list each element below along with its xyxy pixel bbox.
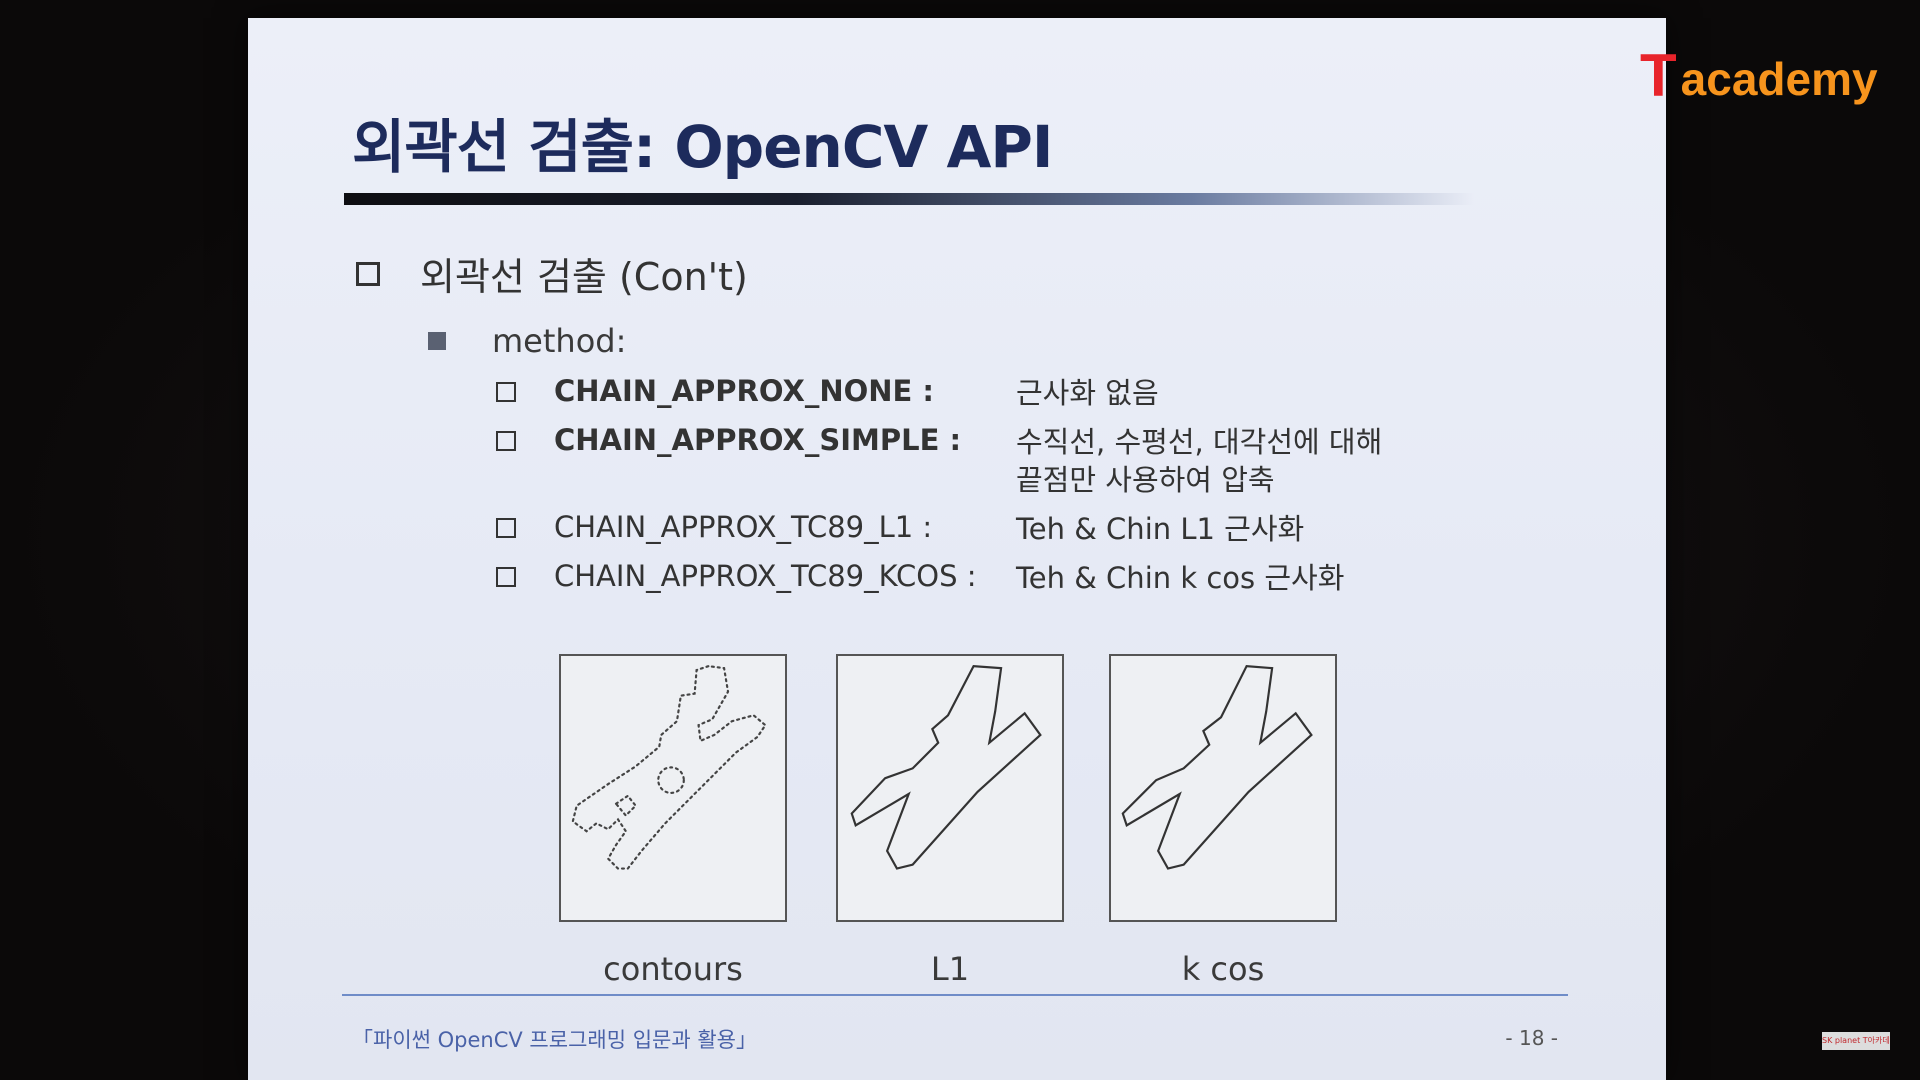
bullet-level2: method:	[428, 322, 626, 360]
list-item: CHAIN_APPROX_SIMPLE : 수직선, 수평선, 대각선에 대해 …	[496, 423, 1382, 499]
bullet-level2-text: method:	[492, 322, 627, 360]
method-description-line2: 끝점만 사용하여 압축	[1016, 463, 1275, 497]
list-item: CHAIN_APPROX_TC89_KCOS : Teh & Chin k co…	[496, 559, 1344, 597]
method-name: CHAIN_APPROX_TC89_L1 :	[554, 510, 933, 544]
hollow-square-icon	[496, 382, 516, 402]
method-description: 수직선, 수평선, 대각선에 대해 끝점만 사용하여 압축	[1016, 423, 1382, 499]
logo-text: academy	[1680, 53, 1878, 105]
list-item: CHAIN_APPROX_NONE : 근사화 없음	[496, 374, 1159, 412]
figure-label: L1	[930, 950, 970, 988]
tacademy-logo: T academy	[1640, 46, 1878, 106]
hollow-square-icon	[496, 567, 516, 587]
figure-label: k cos	[1181, 950, 1265, 988]
sk-planet-badge: SK planet T아카데미	[1822, 1032, 1890, 1050]
bullet-level1-text: 외곽선 검출 (Con't)	[420, 255, 748, 299]
method-name: CHAIN_APPROX_SIMPLE :	[554, 423, 962, 457]
filled-square-icon	[428, 332, 446, 350]
hollow-square-icon	[496, 518, 516, 538]
figure-label: contours	[603, 950, 743, 988]
hollow-square-icon	[496, 431, 516, 451]
footer-divider	[342, 994, 1568, 996]
method-name: CHAIN_APPROX_NONE :	[554, 374, 935, 408]
kcos-polygon-outline	[1121, 665, 1313, 870]
l1-polygon-outline	[850, 665, 1042, 870]
bullet-level1: 외곽선 검출 (Con't)	[356, 246, 748, 301]
method-description: Teh & Chin k cos 근사화	[1016, 561, 1345, 595]
figure-contours	[559, 654, 787, 922]
method-description: Teh & Chin L1 근사화	[1016, 512, 1305, 546]
method-name: CHAIN_APPROX_TC89_KCOS :	[554, 559, 977, 593]
page-number: - 18 -	[1505, 1026, 1558, 1050]
method-description-line1: 수직선, 수평선, 대각선에 대해	[1016, 425, 1383, 459]
slide-title: 외곽선 검출: OpenCV API	[352, 113, 1053, 181]
figure-l1	[836, 654, 1064, 922]
title-underline	[344, 193, 1474, 205]
figure-kcos	[1109, 654, 1337, 922]
footer-book-title: 「파이썬 OpenCV 프로그래밍 입문과 활용」	[352, 1028, 757, 1052]
list-item: CHAIN_APPROX_TC89_L1 : Teh & Chin L1 근사화	[496, 510, 1304, 548]
logo-t: T	[1640, 42, 1677, 109]
contours-dotted-outline	[571, 665, 767, 870]
presentation-slide: 외곽선 검출: OpenCV API 외곽선 검출 (Con't) method…	[248, 18, 1666, 1080]
hollow-square-icon	[356, 261, 380, 286]
method-description: 근사화 없음	[1016, 376, 1159, 410]
